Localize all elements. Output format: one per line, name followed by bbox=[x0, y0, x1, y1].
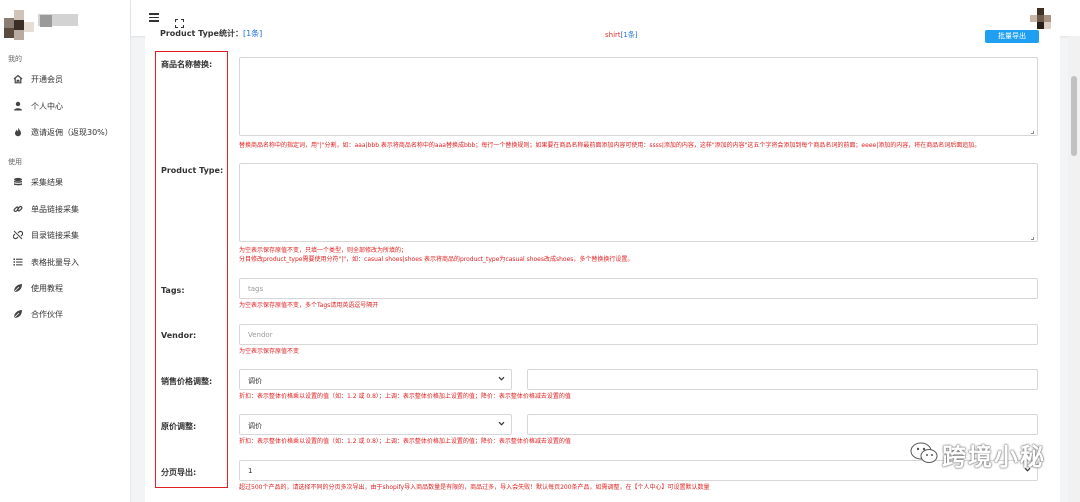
sidebar-item-label: 使用教程 bbox=[31, 283, 63, 293]
pagination-select-value: 1 bbox=[248, 467, 253, 475]
sale-price-hint: 折扣：表示整体价格乘以设置的值（如：1.2 或 0.8）；上调：表示整体价格加上… bbox=[239, 393, 571, 400]
product-type-hint-2: 分目修改product_type需要使用分符"|"，如：casual shoes… bbox=[239, 256, 634, 263]
product-type-name: shirt bbox=[605, 31, 621, 39]
name-replace-textarea[interactable] bbox=[239, 57, 1038, 136]
pagination-label: 分页导出: bbox=[161, 468, 197, 477]
section-label-mine: 我的 bbox=[8, 55, 22, 63]
chevron-down-icon bbox=[498, 375, 505, 382]
link-icon bbox=[13, 204, 23, 214]
batch-export-button[interactable]: 批量导出 bbox=[985, 30, 1039, 43]
vendor-hint: 为空表示保存原值不变 bbox=[239, 348, 300, 355]
home-icon bbox=[13, 74, 23, 84]
tags-input[interactable]: tags bbox=[239, 278, 1038, 299]
sale-price-select[interactable]: 调价 bbox=[239, 369, 512, 390]
product-type-count-link[interactable]: [1条] bbox=[621, 31, 638, 39]
sidebar: 我的 开通会员 个人中心 邀请返佣（返现30%） 使用 采集结果 单品链接采集 bbox=[0, 0, 131, 502]
name-replace-hint: 替换商品名称中的指定词，用"|"分割，如：aaa|bbb 表示将商品名称中的aa… bbox=[239, 142, 981, 149]
orig-price-select-value: 调价 bbox=[248, 422, 262, 430]
sidebar-item-label: 表格批量导入 bbox=[31, 257, 79, 267]
product-type-hint-1: 为空表示保存原值不变，只填一个类型，则全部修改为所填的； bbox=[239, 247, 408, 254]
sidebar-item-label: 合作伙伴 bbox=[31, 309, 63, 319]
sidebar-item-results[interactable]: 采集结果 bbox=[0, 170, 131, 194]
sidebar-item-label: 目录链接采集 bbox=[31, 230, 79, 240]
vendor-input[interactable]: Vendor bbox=[239, 324, 1038, 345]
avatar[interactable] bbox=[1030, 8, 1052, 30]
watermark: 跨境小秘 bbox=[910, 437, 1046, 472]
sidebar-item-label: 开通会员 bbox=[31, 74, 63, 84]
orig-price-hint: 折扣：表示整体价格乘以设置的值（如：1.2 或 0.8）；上调：表示整体价格加上… bbox=[239, 438, 571, 445]
sidebar-item-membership[interactable]: 开通会员 bbox=[0, 67, 131, 91]
sidebar-item-single-link[interactable]: 单品链接采集 bbox=[0, 197, 131, 221]
sidebar-item-catalog-link[interactable]: 目录链接采集 bbox=[0, 223, 131, 247]
orig-price-select[interactable]: 调价 bbox=[239, 414, 512, 435]
list-icon bbox=[13, 257, 23, 267]
product-type-stat-link[interactable]: [1条] bbox=[243, 29, 262, 38]
sidebar-item-label: 采集结果 bbox=[31, 177, 63, 187]
wechat-icon bbox=[910, 441, 938, 469]
leaf-icon bbox=[13, 283, 23, 293]
orig-price-label: 原价调整: bbox=[161, 422, 197, 431]
product-type-label: Product Type: bbox=[161, 166, 224, 175]
sidebar-item-label: 个人中心 bbox=[31, 101, 63, 111]
vendor-label: Vendor: bbox=[161, 331, 197, 340]
unlink-icon bbox=[13, 230, 23, 240]
chevron-down-icon bbox=[498, 420, 505, 427]
product-type-stat-value: shirt[1条] bbox=[605, 30, 638, 40]
scrollbar-thumb[interactable] bbox=[1071, 76, 1077, 156]
page-scrollbar[interactable] bbox=[1068, 36, 1080, 502]
section-label-use: 使用 bbox=[8, 158, 22, 166]
sidebar-item-tutorial[interactable]: 使用教程 bbox=[0, 276, 131, 300]
product-type-stat-label: Product Type统计： bbox=[160, 29, 243, 38]
watermark-text: 跨境小秘 bbox=[942, 443, 1046, 471]
fire-icon bbox=[13, 127, 23, 137]
tags-label: Tags: bbox=[161, 286, 185, 295]
sale-price-select-value: 调价 bbox=[248, 377, 262, 385]
sale-price-value-input[interactable] bbox=[527, 369, 1038, 390]
sidebar-item-table-import[interactable]: 表格批量导入 bbox=[0, 250, 131, 274]
product-type-textarea[interactable] bbox=[239, 163, 1038, 242]
logo bbox=[4, 10, 34, 40]
database-icon bbox=[13, 177, 23, 187]
menu-toggle-icon[interactable] bbox=[149, 13, 159, 22]
sidebar-item-referral[interactable]: 邀请返佣（返现30%） bbox=[0, 120, 131, 144]
resize-grip-icon[interactable] bbox=[1031, 237, 1034, 240]
fullscreen-icon[interactable] bbox=[174, 13, 185, 29]
brand-mark-blurred bbox=[40, 15, 52, 27]
sidebar-item-profile[interactable]: 个人中心 bbox=[0, 94, 131, 118]
leaf-icon bbox=[13, 309, 23, 319]
product-type-stat: Product Type统计：[1条] bbox=[160, 28, 262, 39]
tags-hint: 为空表示保存原值不变，多个Tags请用英语逗号隔开 bbox=[239, 302, 379, 309]
resize-grip-icon[interactable] bbox=[1031, 131, 1034, 134]
sale-price-label: 销售价格调整: bbox=[161, 377, 213, 386]
sidebar-item-label: 邀请返佣（返现30%） bbox=[31, 127, 113, 137]
sidebar-item-label: 单品链接采集 bbox=[31, 204, 79, 214]
pagination-hint: 超过500个产品的，请选择不同的分页多次导出，由于shopify导入商品数量是有… bbox=[239, 484, 710, 491]
sidebar-item-partners[interactable]: 合作伙伴 bbox=[0, 302, 131, 326]
orig-price-value-input[interactable] bbox=[527, 414, 1038, 435]
name-replace-label: 商品名称替换: bbox=[161, 60, 213, 69]
user-icon bbox=[13, 101, 23, 111]
